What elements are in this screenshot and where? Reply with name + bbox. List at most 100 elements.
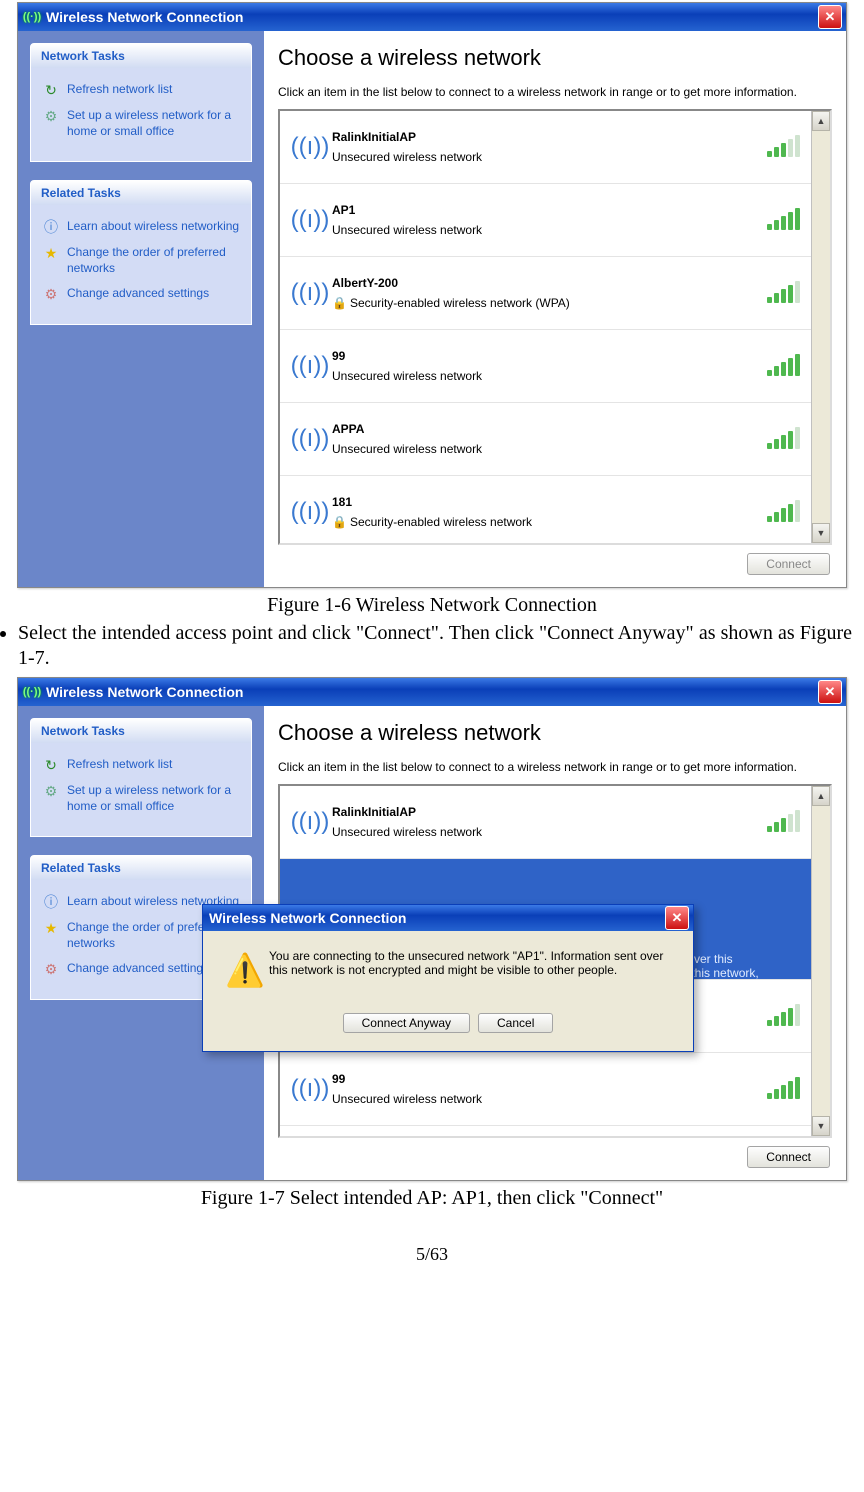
network-item[interactable]: ((ı)) RalinkInitialAP Unsecured wireless… (280, 111, 830, 184)
confirm-dialog: Wireless Network Connection ✕ ⚠️ You are… (202, 904, 694, 1052)
signal-icon (767, 283, 800, 303)
setup-icon: ⚙ (41, 783, 61, 799)
related-tasks-panel: Related Tasks ⓘ Learn about wireless net… (30, 180, 252, 325)
close-icon[interactable]: ✕ (818, 5, 842, 29)
scroll-up-button[interactable]: ▲ (812, 786, 830, 806)
signal-icon (767, 429, 800, 449)
network-item[interactable]: ((ı)) 181 🔒Security-enabled wireless net… (280, 476, 830, 543)
network-security: 🔒Security-enabled wireless network (WPA) (332, 296, 767, 310)
network-tasks-header: Network Tasks (31, 719, 251, 743)
dialog-title-bar[interactable]: Wireless Network Connection ✕ (203, 905, 693, 931)
selected-hint-text: it over this to this network, (678, 952, 846, 980)
sidebar-setup[interactable]: ⚙ Set up a wireless network for a home o… (41, 783, 241, 814)
star-icon: ★ (41, 245, 61, 261)
scroll-down-button[interactable]: ▼ (812, 523, 830, 543)
window-title: Wireless Network Connection (46, 9, 243, 25)
network-security: Unsecured wireless network (332, 825, 767, 839)
connect-anyway-button[interactable]: Connect Anyway (343, 1013, 470, 1033)
info-icon: ⓘ (41, 894, 61, 910)
refresh-icon: ↻ (41, 82, 61, 98)
network-name: 99 (332, 349, 767, 363)
antenna-icon: ((ı)) (288, 352, 332, 380)
page-number: 5/63 (0, 1244, 864, 1265)
sidebar-advanced-label: Change advanced settings (67, 286, 209, 302)
cancel-button[interactable]: Cancel (478, 1013, 553, 1033)
network-item[interactable]: ((ı)) 99 Unsecured wireless network (280, 1053, 830, 1126)
wireless-icon: ((·)) (24, 9, 40, 25)
warning-icon: ⚠️ (221, 949, 269, 991)
network-security: Unsecured wireless network (332, 442, 767, 456)
network-name: RalinkInitialAP (332, 130, 767, 144)
antenna-icon: ((ı)) (288, 498, 332, 526)
page-title: Choose a wireless network (278, 720, 832, 746)
network-name: AlbertY-200 (332, 276, 767, 290)
refresh-icon: ↻ (41, 757, 61, 773)
sidebar-order[interactable]: ★ Change the order of preferred networks (41, 245, 241, 276)
sidebar-refresh[interactable]: ↻ Refresh network list (41, 757, 241, 773)
figure-caption-1-6: Figure 1-6 Wireless Network Connection (0, 594, 864, 617)
title-bar[interactable]: ((·)) Wireless Network Connection ✕ (18, 3, 846, 31)
network-name: 181 (332, 495, 767, 509)
sidebar-advanced[interactable]: ⚙ Change advanced settings (41, 286, 241, 302)
wireless-window-fig1-7: ((·)) Wireless Network Connection ✕ Netw… (17, 677, 847, 1181)
scrollbar[interactable]: ▲ ▼ (811, 111, 830, 543)
network-security: Unsecured wireless network (332, 1092, 767, 1106)
title-bar[interactable]: ((·)) Wireless Network Connection ✕ (18, 678, 846, 706)
connect-button[interactable]: Connect (747, 553, 830, 575)
sidebar: Network Tasks ↻ Refresh network list ⚙ S… (18, 31, 264, 587)
related-tasks-header: Related Tasks (31, 181, 251, 205)
main-pane: Choose a wireless network Click an item … (264, 31, 846, 587)
antenna-icon: ((ı)) (288, 206, 332, 234)
instruction-text: Click an item in the list below to conne… (278, 85, 832, 99)
network-list: ((ı)) RalinkInitialAP Unsecured wireless… (278, 109, 832, 545)
instruction-bullet: Select the intended access point and cli… (18, 621, 852, 671)
window-title: Wireless Network Connection (46, 684, 243, 700)
network-item[interactable]: ((ı)) RalinkInitialAP Unsecured wireless… (280, 786, 830, 859)
network-security: Unsecured wireless network (332, 150, 767, 164)
network-item[interactable]: ((ı)) 99 Unsecured wireless network (280, 330, 830, 403)
main-pane: Choose a wireless network Click an item … (264, 706, 846, 1180)
network-name: APPA (332, 422, 767, 436)
signal-icon (767, 137, 800, 157)
network-name: 99 (332, 1072, 767, 1086)
network-item[interactable]: ((ı)) APPA Unsecured wireless network (280, 403, 830, 476)
related-tasks-header: Related Tasks (31, 856, 251, 880)
antenna-icon: ((ı)) (288, 133, 332, 161)
network-item[interactable]: ((ı)) AP1 Unsecured wireless network (280, 184, 830, 257)
sidebar-refresh-label: Refresh network list (67, 82, 172, 98)
sidebar-refresh[interactable]: ↻ Refresh network list (41, 82, 241, 98)
page-title: Choose a wireless network (278, 45, 832, 71)
dialog-title: Wireless Network Connection (209, 910, 406, 926)
scroll-down-button[interactable]: ▼ (812, 1116, 830, 1136)
sidebar-order-label: Change the order of preferred networks (67, 245, 241, 276)
lock-icon: 🔒 (332, 515, 347, 529)
network-security: Unsecured wireless network (332, 223, 767, 237)
signal-icon (767, 1079, 800, 1099)
network-item[interactable]: ((ı)) AlbertY-200 🔒Security-enabled wire… (280, 257, 830, 330)
network-item[interactable]: ((ı)) APPA (280, 1126, 830, 1136)
network-name: RalinkInitialAP (332, 805, 767, 819)
close-icon[interactable]: ✕ (818, 680, 842, 704)
network-security: 🔒Security-enabled wireless network (332, 515, 767, 529)
gear-icon: ⚙ (41, 286, 61, 302)
network-security: Unsecured wireless network (332, 369, 767, 383)
signal-icon (767, 356, 800, 376)
scroll-up-button[interactable]: ▲ (812, 111, 830, 131)
connect-button[interactable]: Connect (747, 1146, 830, 1168)
lock-icon: 🔒 (332, 296, 347, 310)
signal-icon (767, 812, 800, 832)
sidebar-learn[interactable]: ⓘ Learn about wireless networking (41, 219, 241, 235)
network-tasks-panel: Network Tasks ↻ Refresh network list ⚙ S… (30, 43, 252, 162)
star-icon: ★ (41, 920, 61, 936)
antenna-icon: ((ı)) (288, 279, 332, 307)
sidebar-setup[interactable]: ⚙ Set up a wireless network for a home o… (41, 108, 241, 139)
figure-caption-1-7: Figure 1-7 Select intended AP: AP1, then… (0, 1187, 864, 1210)
sidebar-learn-label: Learn about wireless networking (67, 219, 239, 235)
gear-icon: ⚙ (41, 961, 61, 977)
instruction-text: Click an item in the list below to conne… (278, 760, 832, 774)
antenna-icon: ((ı)) (288, 425, 332, 453)
close-icon[interactable]: ✕ (665, 906, 689, 930)
antenna-icon: ((ı)) (288, 808, 332, 836)
wireless-window-fig1-6: ((·)) Wireless Network Connection ✕ Netw… (17, 2, 847, 588)
signal-icon (767, 210, 800, 230)
